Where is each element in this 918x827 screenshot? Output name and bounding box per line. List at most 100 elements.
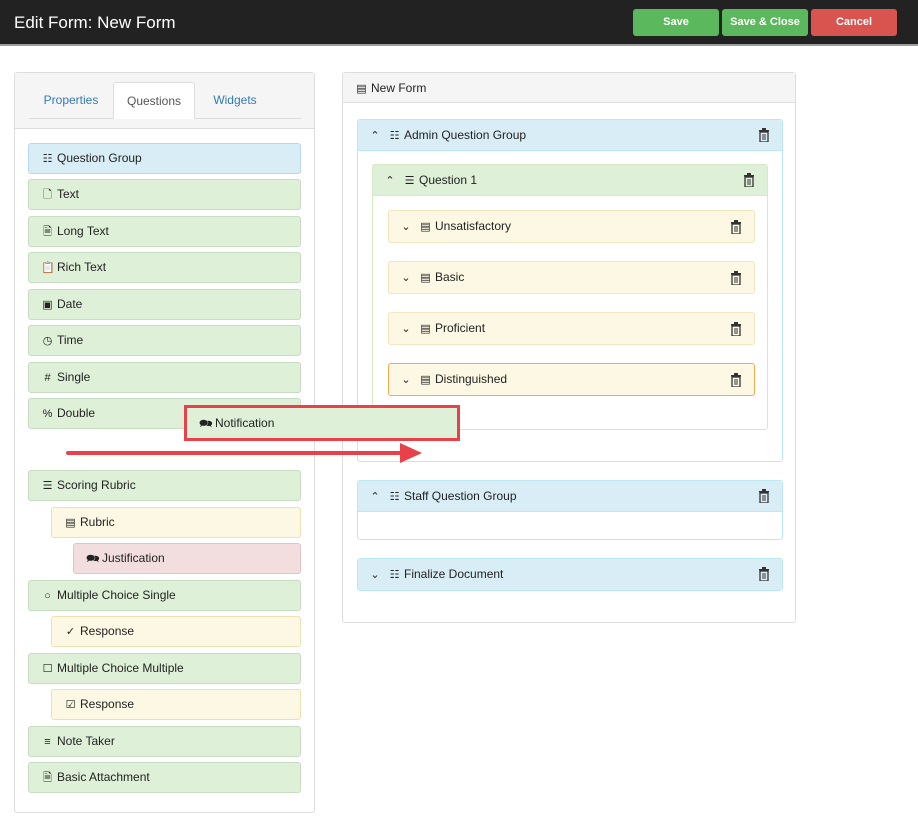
question-group-staff[interactable]: ⌃ ☷ Staff Question Group	[357, 480, 783, 540]
chat-icon: 🗪	[199, 418, 213, 430]
chevron-down-icon[interactable]: ⌄	[399, 365, 413, 396]
radio-icon: ○	[44, 590, 51, 602]
group-header: ⌃ ☷ Admin Question Group	[358, 120, 782, 151]
option-label: Proficient	[435, 321, 486, 335]
trash-icon[interactable]	[730, 322, 742, 336]
chevron-down-icon[interactable]: ⌄	[399, 314, 413, 345]
palette-item-label: Response	[80, 624, 135, 638]
file-text-icon: 🗎	[43, 226, 52, 238]
palette-item-date[interactable]: ▣ Date	[28, 289, 301, 320]
palette-item-label: Double	[57, 406, 96, 420]
palette-item-text[interactable]: 🗋 Text	[28, 179, 301, 210]
palette-item-multiple-choice-single[interactable]: ○ Multiple Choice Single	[28, 580, 301, 611]
palette-item-question-group[interactable]: ☷ Question Group	[28, 143, 301, 174]
trash-icon[interactable]	[758, 128, 770, 142]
attachment-icon: 🗎	[43, 772, 52, 784]
question-title: Question 1	[419, 173, 478, 187]
palette-item-label: Note Taker	[57, 734, 115, 748]
chevron-down-icon[interactable]: ⌄	[368, 560, 382, 591]
trash-icon[interactable]	[758, 567, 770, 581]
palette-item-label: Justification	[102, 551, 165, 565]
menu-icon: ≡	[44, 736, 51, 748]
check-square-icon: ☑	[65, 699, 76, 711]
palette-item-scoring-rubric[interactable]: ☰ Scoring Rubric	[28, 470, 301, 501]
form-canvas: ▤ New Form ⌃ ☷ Admin Question Group ⌃ ☰ Quest…	[342, 72, 796, 623]
palette-item-label: Time	[57, 333, 84, 347]
form-title: New Form	[371, 81, 427, 95]
page-title: Edit Form: New Form	[14, 13, 176, 32]
cancel-button[interactable]: Cancel	[811, 9, 897, 36]
checklist-icon: ☰	[42, 480, 53, 492]
chat-icon: 🗪	[86, 553, 100, 565]
palette-item-label: Rich Text	[57, 260, 107, 274]
trash-icon[interactable]	[730, 271, 742, 285]
check-circle-icon: ✓	[65, 626, 76, 638]
tab-properties[interactable]: Properties	[29, 82, 113, 119]
chevron-down-icon[interactable]: ⌄	[399, 263, 413, 294]
palette-item-response-multiple[interactable]: ☑ Response	[51, 689, 301, 720]
palette-item-label: Multiple Choice Multiple	[57, 661, 184, 675]
dragging-item-label: Notification	[215, 416, 275, 430]
palette-item-rich-text[interactable]: 📋 Rich Text	[28, 252, 301, 283]
list-icon: ☷	[42, 153, 53, 165]
trash-icon[interactable]	[730, 220, 742, 234]
rubric-icon: ▤	[420, 374, 431, 386]
rubric-icon: ▤	[65, 517, 76, 529]
save-button[interactable]: Save	[633, 9, 719, 36]
rubric-option[interactable]: ⌄ ▤ Proficient	[388, 312, 755, 345]
file-icon: 🗋	[43, 189, 52, 201]
clipboard-icon: 📋	[41, 262, 55, 274]
clock-icon: ◷	[42, 335, 53, 347]
tab-bar: Properties Questions Widgets	[15, 73, 314, 129]
drag-arrow-icon	[66, 443, 422, 463]
palette-item-note-taker[interactable]: ≡ Note Taker	[28, 726, 301, 757]
rubric-option[interactable]: ⌄ ▤ Unsatisfactory	[388, 210, 755, 243]
chevron-up-icon[interactable]: ⌃	[383, 166, 397, 197]
question-header: ⌃ ☰ Question 1	[373, 165, 767, 196]
trash-icon[interactable]	[743, 173, 755, 187]
question-1[interactable]: ⌃ ☰ Question 1 ⌄ ▤ Unsatisfactory ⌄ ▤ Basic ⌄ ▤…	[372, 164, 768, 430]
palette-item-label: Multiple Choice Single	[57, 588, 176, 602]
palette-item-label: Basic Attachment	[57, 770, 150, 784]
trash-icon[interactable]	[730, 373, 742, 387]
tab-widgets[interactable]: Widgets	[195, 82, 275, 119]
checkbox-icon: ☐	[42, 663, 53, 675]
rubric-icon: ▤	[420, 323, 431, 335]
palette-item-justification[interactable]: 🗪 Justification	[73, 543, 301, 574]
palette-item-multiple-choice-multiple[interactable]: ☐ Multiple Choice Multiple	[28, 653, 301, 684]
palette-item-response-single[interactable]: ✓ Response	[51, 616, 301, 647]
palette-item-label: Text	[57, 187, 80, 201]
group-title: Admin Question Group	[404, 128, 527, 142]
palette-item-time[interactable]: ◷ Time	[28, 325, 301, 356]
palette-item-single[interactable]: # Single	[28, 362, 301, 393]
checklist-icon: ☰	[404, 175, 415, 187]
palette-item-label: Date	[57, 297, 83, 311]
rubric-option[interactable]: ⌄ ▤ Distinguished	[388, 363, 755, 396]
palette-item-label: Question Group	[57, 151, 142, 165]
dragging-notification-item[interactable]: 🗪 Notification	[184, 405, 460, 441]
form-header: ▤ New Form	[343, 73, 795, 103]
palette-item-rubric[interactable]: ▤ Rubric	[51, 507, 301, 538]
calendar-icon: ▣	[42, 299, 53, 311]
option-label: Distinguished	[435, 372, 508, 386]
chevron-up-icon[interactable]: ⌃	[368, 121, 382, 152]
percent-icon: %	[42, 408, 53, 420]
group-header: ⌃ ☷ Staff Question Group	[358, 481, 782, 512]
question-group-finalize[interactable]: ⌄ ☷ Finalize Document	[357, 558, 783, 591]
palette-item-long-text[interactable]: 🗎 Long Text	[28, 216, 301, 247]
top-bar: Edit Form: New Form Save Save & Close Ca…	[0, 0, 918, 46]
save-close-button[interactable]: Save & Close	[722, 9, 808, 36]
trash-icon[interactable]	[758, 489, 770, 503]
group-header: ⌄ ☷ Finalize Document	[358, 559, 782, 590]
rubric-option[interactable]: ⌄ ▤ Basic	[388, 261, 755, 294]
tab-questions[interactable]: Questions	[113, 82, 195, 119]
hash-icon: #	[44, 372, 51, 384]
palette-item-basic-attachment[interactable]: 🗎 Basic Attachment	[28, 762, 301, 793]
palette-item-label: Response	[80, 697, 135, 711]
option-label: Basic	[435, 270, 465, 284]
list-icon: ☷	[389, 569, 400, 581]
chevron-down-icon[interactable]: ⌄	[399, 212, 413, 243]
form-icon: ▤	[356, 83, 367, 95]
chevron-up-icon[interactable]: ⌃	[368, 482, 382, 513]
rubric-icon: ▤	[420, 272, 431, 284]
